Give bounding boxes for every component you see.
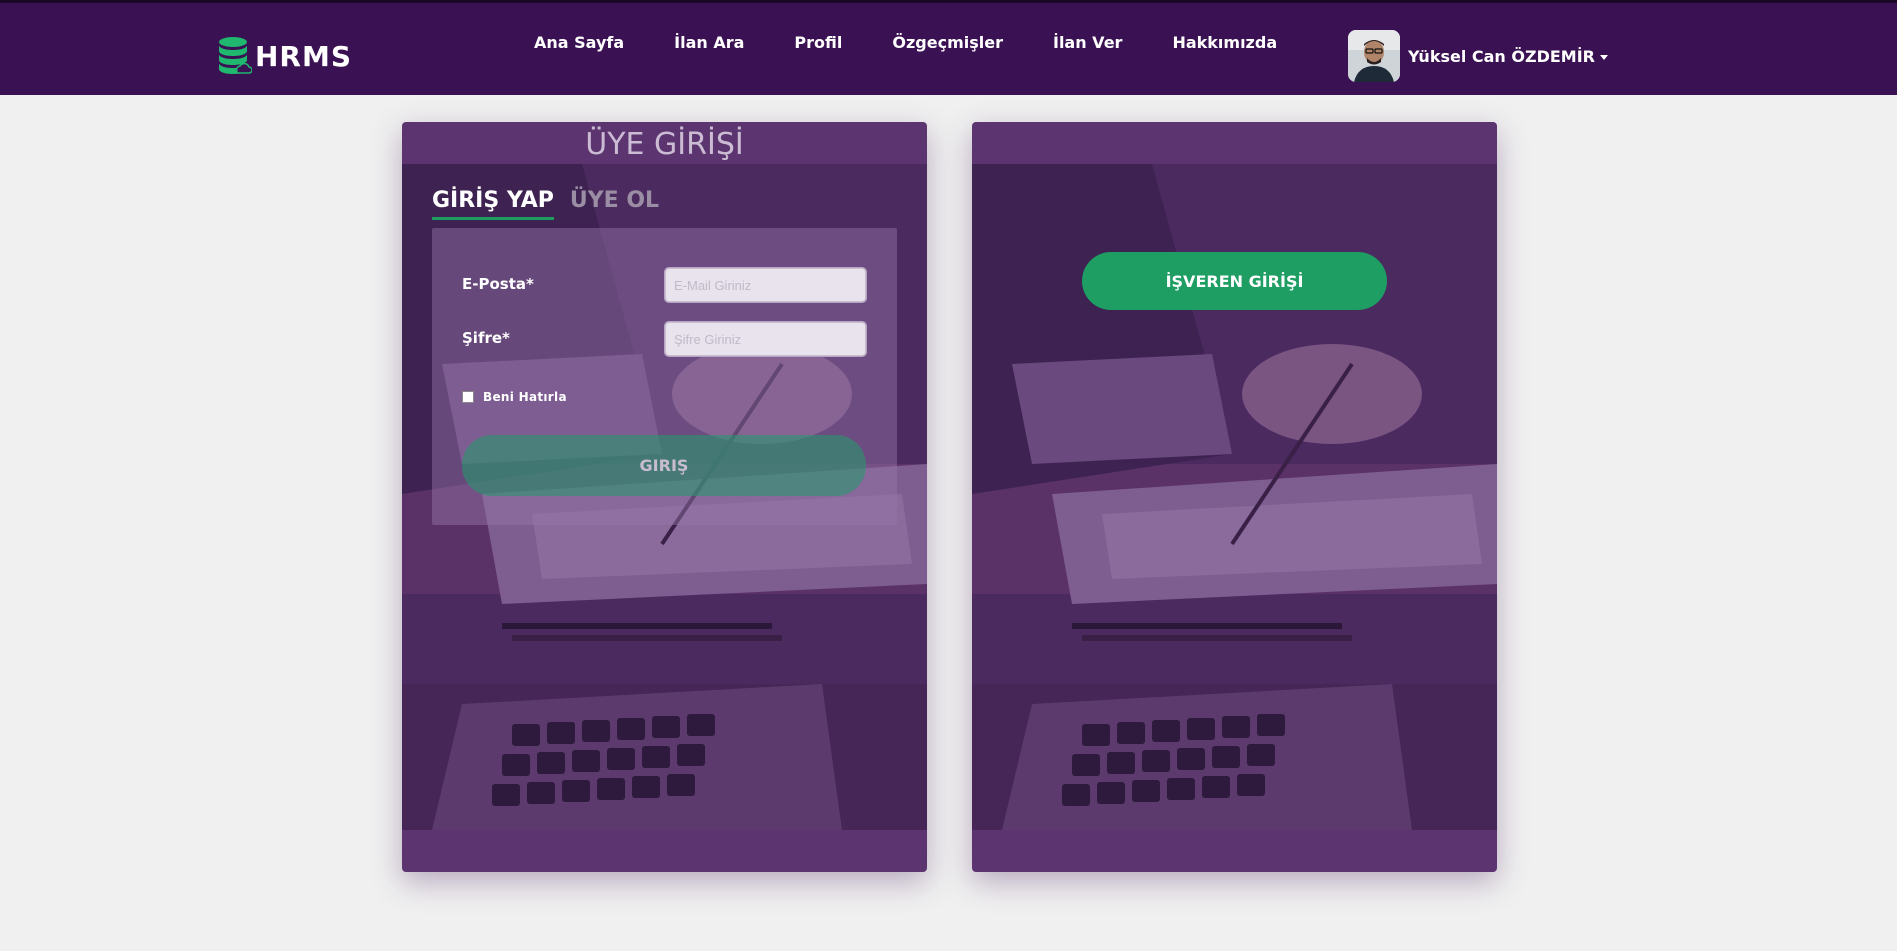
brand-name: HRMS	[255, 39, 353, 73]
nav-link-profile[interactable]: Profil	[794, 33, 842, 52]
avatar	[1348, 30, 1400, 82]
employer-login-panel: İŞVEREN GİRİŞİ	[972, 122, 1497, 872]
member-login-panel: ÜYE GİRİŞİ GİRİŞ YAP ÜYE OL E-Posta* Şif…	[402, 122, 927, 872]
nav-link-resumes[interactable]: Özgeçmişler	[892, 33, 1003, 52]
email-label: E-Posta*	[462, 275, 534, 293]
main-nav: Ana Sayfa İlan Ara Profil Özgeçmişler İl…	[534, 33, 1327, 52]
navbar: HRMS Ana Sayfa İlan Ara Profil Özgeçmişl…	[0, 0, 1897, 95]
user-name: Yüksel Can ÖZDEMİR	[1408, 46, 1595, 66]
user-menu[interactable]: Yüksel Can ÖZDEMİR	[1348, 30, 1608, 82]
password-field[interactable]	[665, 322, 866, 356]
password-label: Şifre*	[462, 329, 510, 347]
login-button[interactable]: GIRIŞ	[462, 435, 866, 496]
employer-login-button[interactable]: İŞVEREN GİRİŞİ	[1082, 252, 1387, 310]
nav-link-post-job[interactable]: İlan Ver	[1053, 33, 1122, 52]
chevron-down-icon	[1600, 54, 1608, 60]
page-title: ÜYE GİRİŞİ	[585, 127, 744, 162]
remember-me: Beni Hatırla	[462, 390, 567, 404]
login-tabs: GİRİŞ YAP ÜYE OL	[432, 188, 675, 220]
tab-register[interactable]: ÜYE OL	[570, 188, 659, 220]
remember-me-checkbox[interactable]	[462, 391, 474, 403]
login-form: E-Posta* Şifre* Beni Hatırla GIRIŞ	[432, 228, 897, 525]
database-cloud-icon	[218, 36, 253, 76]
email-field[interactable]	[665, 268, 866, 302]
nav-link-search-jobs[interactable]: İlan Ara	[674, 33, 744, 52]
nav-link-home[interactable]: Ana Sayfa	[534, 33, 624, 52]
nav-link-about[interactable]: Hakkımızda	[1172, 33, 1277, 52]
brand-logo[interactable]: HRMS	[218, 35, 352, 77]
remember-me-label: Beni Hatırla	[483, 390, 567, 404]
tab-login[interactable]: GİRİŞ YAP	[432, 188, 554, 220]
